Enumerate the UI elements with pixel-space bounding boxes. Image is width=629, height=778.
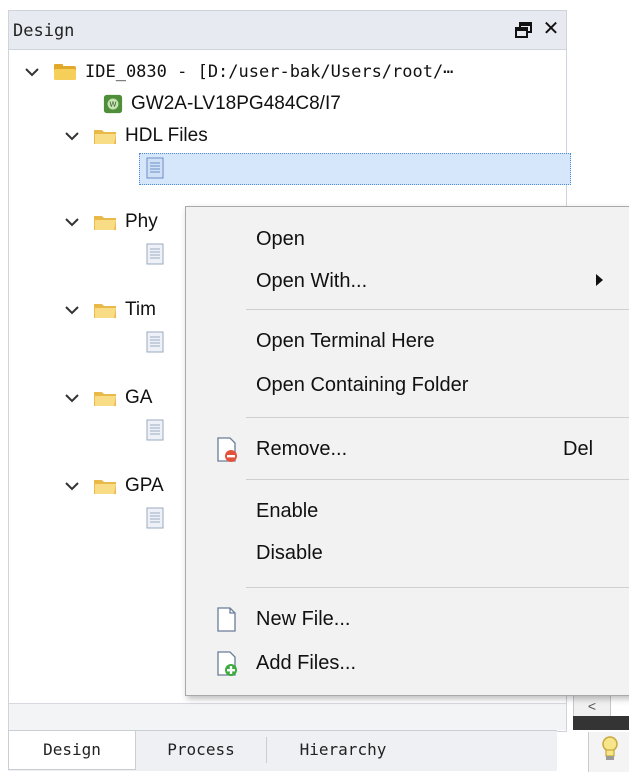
folder-icon <box>94 304 116 318</box>
tree-item-device[interactable]: W GW2A-LV18PG484C8/I7 <box>103 89 341 119</box>
folder-icon <box>94 216 116 230</box>
editor-strip <box>573 716 629 730</box>
dock-title: Design <box>13 21 75 41</box>
device-name: GW2A-LV18PG484C8/I7 <box>131 93 341 114</box>
project-name: IDE_0830 - [D:/user-bak/Users/root/⋯ <box>85 62 454 82</box>
document-icon <box>146 507 164 529</box>
dock-titlebar: Design ✕ <box>9 11 566 50</box>
document-icon <box>146 157 164 179</box>
tab-divider <box>266 737 267 763</box>
folder-label: HDL Files <box>125 125 208 146</box>
menu-item-open-folder[interactable]: Open Containing Folder <box>186 365 629 405</box>
document-icon <box>146 331 164 353</box>
tree-item-ga[interactable]: GA <box>63 383 152 413</box>
chevron-down-icon[interactable] <box>23 63 41 81</box>
tree-item-hdl-file-selected[interactable] <box>139 153 571 185</box>
horizontal-scrollbar[interactable] <box>9 703 566 730</box>
menu-item-new-file[interactable]: New File... <box>186 599 629 639</box>
chevron-down-icon[interactable] <box>63 389 81 407</box>
project-icon <box>54 64 76 80</box>
submenu-arrow-icon <box>596 274 603 286</box>
tab-hierarchy[interactable]: Hierarchy <box>268 731 418 769</box>
tree-item-hdl-files[interactable]: HDL Files <box>63 121 208 151</box>
folder-icon <box>94 480 116 494</box>
document-caption-fragment <box>0 0 629 8</box>
menu-separator <box>246 417 629 418</box>
selection-highlight <box>139 153 571 185</box>
add-files-icon <box>217 651 237 676</box>
tree-item-file[interactable] <box>145 239 165 269</box>
tree-item-timing[interactable]: Tim <box>63 295 156 325</box>
tree-item-file[interactable] <box>145 415 165 445</box>
menu-item-label: Open Terminal Here <box>256 330 435 352</box>
menu-item-label: New File... <box>256 608 351 630</box>
shortcut-label: Del <box>563 438 594 460</box>
scroll-left-arrow-icon[interactable]: < <box>573 694 611 718</box>
menu-item-disable[interactable]: Disable <box>186 533 629 573</box>
tab-design[interactable]: Design <box>8 731 136 770</box>
float-window-icon[interactable] <box>514 20 534 40</box>
remove-file-icon <box>217 437 237 462</box>
close-icon[interactable]: ✕ <box>541 19 561 39</box>
svg-text:W: W <box>109 100 116 109</box>
menu-separator <box>246 479 629 480</box>
menu-item-label: Open <box>256 228 305 250</box>
tree-item-file[interactable] <box>145 503 165 533</box>
document-icon <box>146 243 164 265</box>
chevron-down-icon[interactable] <box>63 213 81 231</box>
menu-separator <box>246 587 629 588</box>
folder-icon <box>94 130 116 144</box>
folder-label: Phy <box>125 211 158 232</box>
menu-item-label: Enable <box>256 500 319 522</box>
tree-item-project[interactable]: IDE_0830 - [D:/user-bak/Users/root/⋯ <box>23 57 453 87</box>
new-file-icon <box>217 607 236 632</box>
menu-item-remove[interactable]: Remove... Del <box>186 429 629 469</box>
context-menu: Open Open With... Open Terminal Here Ope… <box>185 206 629 696</box>
menu-item-add-files[interactable]: Add Files... <box>186 643 629 683</box>
menu-separator <box>246 309 629 310</box>
device-chip-icon: W <box>103 94 123 114</box>
menu-item-open[interactable]: Open <box>186 219 629 259</box>
folder-label: GA <box>125 387 153 408</box>
tree-item-file[interactable] <box>145 327 165 357</box>
folder-label: Tim <box>125 299 156 320</box>
menu-item-open-with[interactable]: Open With... <box>186 261 629 301</box>
dock-tab-bar: Design Process Hierarchy <box>8 730 557 771</box>
menu-item-label: Open Containing Folder <box>256 374 469 396</box>
folder-label: GPA <box>125 475 164 496</box>
menu-item-label: Add Files... <box>256 652 357 674</box>
document-icon <box>146 419 164 441</box>
menu-item-label: Open With... <box>256 270 368 292</box>
chevron-down-icon[interactable] <box>63 301 81 319</box>
folder-icon <box>94 392 116 406</box>
tree-item-physical[interactable]: Phy <box>63 207 158 237</box>
chevron-down-icon[interactable] <box>63 477 81 495</box>
menu-item-label: Remove... <box>256 438 348 460</box>
menu-item-enable[interactable]: Enable <box>186 491 629 531</box>
menu-item-open-terminal[interactable]: Open Terminal Here <box>186 321 629 361</box>
chevron-down-icon[interactable] <box>63 127 81 145</box>
lightbulb-icon[interactable] <box>601 735 619 763</box>
tab-process[interactable]: Process <box>136 731 266 769</box>
tree-item-gpa[interactable]: GPA <box>63 471 164 501</box>
menu-item-label: Disable <box>256 542 323 564</box>
